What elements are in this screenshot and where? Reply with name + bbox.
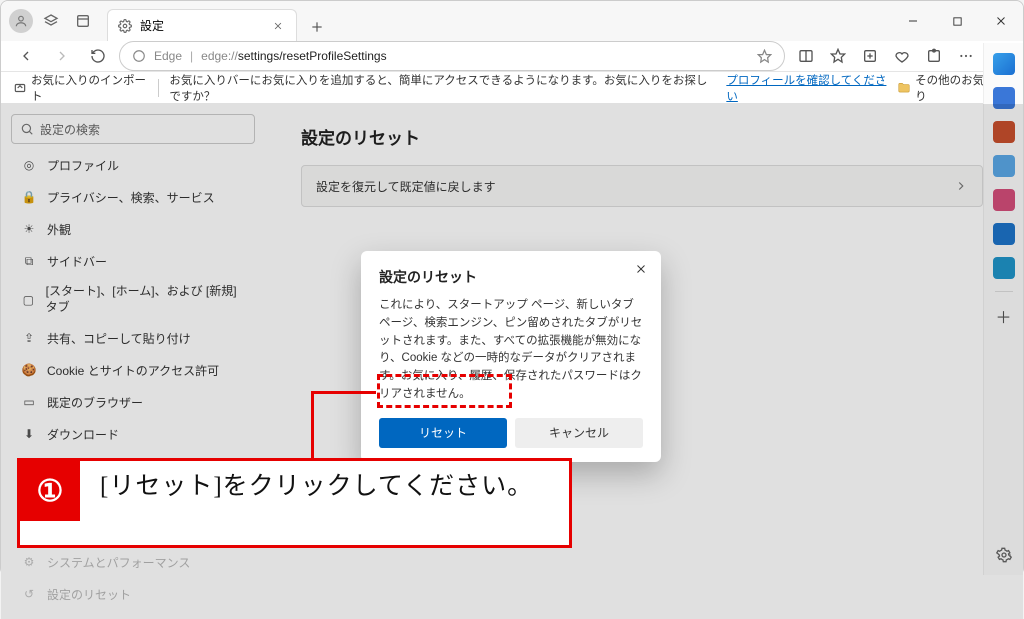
extensions-icon[interactable] [919,41,949,71]
toolbar-icons [791,41,1013,71]
edge-icon [132,49,146,63]
tab-strip: 設定 [107,1,891,41]
dialog-body: これにより、スタートアップ ページ、新しいタブ ページ、検索エンジン、ピン留めさ… [379,297,643,404]
dialog-close-button[interactable] [631,259,651,279]
minimize-button[interactable] [891,4,935,38]
import-icon [13,81,27,95]
refresh-button[interactable] [83,41,113,71]
star-icon[interactable] [757,49,772,64]
reset-button[interactable]: リセット [379,418,507,448]
url-bar: Edge | edge://settings/resetProfileSetti… [1,41,1023,72]
fav-link[interactable]: プロフィールを確認してください [726,72,887,104]
reset-dialog: 設定のリセット これにより、スタートアップ ページ、新しいタブ ページ、検索エン… [361,251,661,462]
cancel-button[interactable]: キャンセル [515,418,643,448]
gear-icon [118,19,132,33]
tab-actions-icon[interactable] [69,7,97,35]
split-screen-icon[interactable] [791,41,821,71]
url-host: edge:// [201,49,238,63]
titlebar: 設定 [1,1,1023,41]
browser-window: 設定 Edge | edge://settings/resetProfileSe… [0,0,1024,576]
fav-import-label: お気に入りのインポート [31,72,148,104]
profile-avatar-icon[interactable] [9,9,33,33]
favorites-icon[interactable] [823,41,853,71]
annotation-callout: ① [リセット]をクリックしてください。 [17,458,572,548]
tab-title: 設定 [140,17,164,34]
dialog-title: 設定のリセット [379,267,643,287]
wallet-icon[interactable] [887,41,917,71]
back-button[interactable] [11,41,41,71]
collections-icon[interactable] [855,41,885,71]
window-controls [891,4,1023,38]
fav-message: お気に入りバーにお気に入りを追加すると、簡単にアクセスできるようになります。お気… [169,72,716,104]
annotation-text: [リセット]をクリックしてください。 [80,461,549,512]
maximize-button[interactable] [935,4,979,38]
dialog-actions: リセット キャンセル [379,418,643,448]
new-tab-button[interactable] [303,13,331,41]
fav-import[interactable]: お気に入りのインポート [13,72,148,104]
workspaces-icon[interactable] [37,7,65,35]
folder-icon [897,81,911,95]
forward-button[interactable] [47,41,77,71]
close-icon[interactable] [270,18,286,34]
url-product-label: Edge [154,49,182,63]
strip-icon-copilot[interactable] [993,53,1015,75]
close-window-button[interactable] [979,4,1023,38]
favorites-bar: お気に入りのインポート お気に入りバーにお気に入りを追加すると、簡単にアクセスで… [1,72,1023,104]
tab-settings[interactable]: 設定 [107,9,297,41]
address-bar[interactable]: Edge | edge://settings/resetProfileSetti… [119,41,785,71]
more-icon[interactable] [951,41,981,71]
url-path: settings/resetProfileSettings [238,49,387,63]
titlebar-left [1,7,97,35]
annotation-badge: ① [20,461,80,521]
